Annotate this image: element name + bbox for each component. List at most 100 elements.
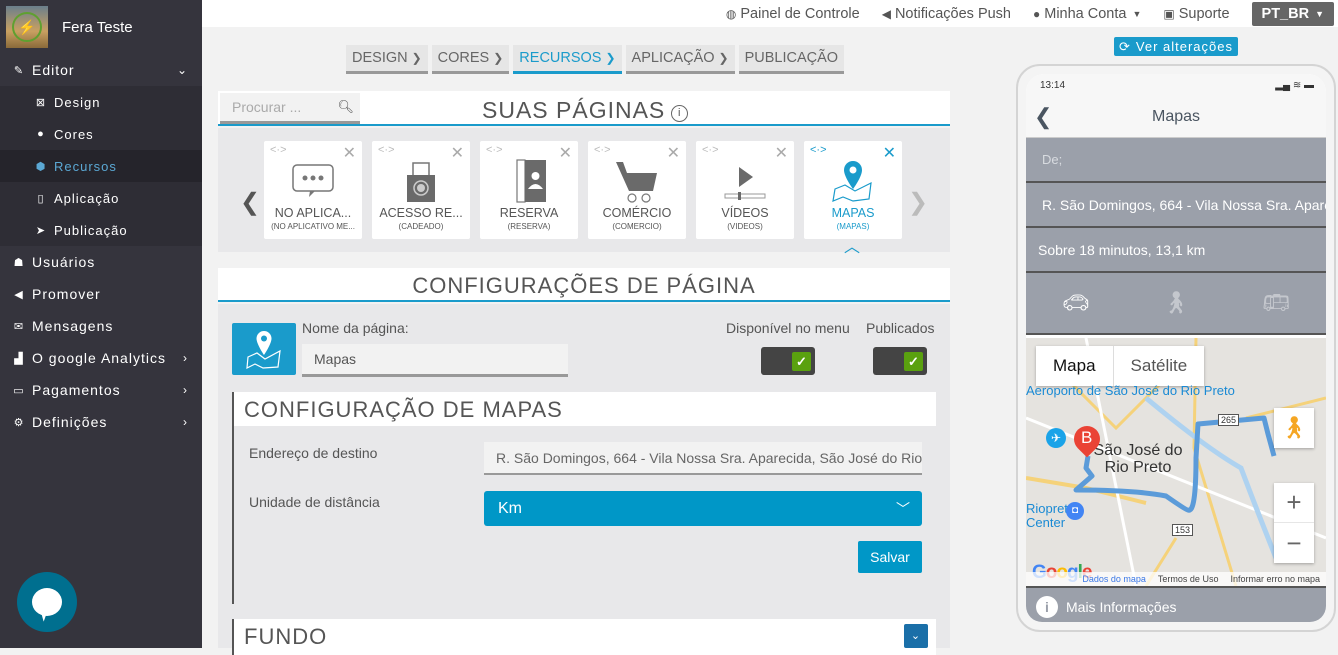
step-publicacao[interactable]: PUBLICAÇÃO <box>738 45 845 74</box>
menu-available-toggle[interactable]: ✓ <box>761 347 815 375</box>
page-card[interactable]: <·> ✕ VÍDEOS (VIDEOS) <box>696 141 794 239</box>
caret-down-icon: ▼ <box>1315 8 1324 19</box>
address-book-icon <box>480 159 578 203</box>
drag-handle-icon[interactable]: <·> <box>486 144 503 156</box>
search-input[interactable]: Procurar ... 🔍︎ <box>220 93 360 124</box>
step-cores[interactable]: CORES ❯ <box>431 45 510 74</box>
published-toggle[interactable]: ✓ <box>873 347 927 375</box>
step-label: DESIGN <box>352 50 408 66</box>
push-notifications-link[interactable]: ◀ Notificações Push <box>882 6 1011 22</box>
page-name-input[interactable]: Mapas <box>302 344 568 377</box>
sidebar-item-editor[interactable]: ✎ Editor ⌄ <box>0 54 202 86</box>
step-aplicacao[interactable]: APLICAÇÃO ❯ <box>625 45 735 74</box>
sidebar-item-publicacao[interactable]: ➤ Publicação <box>0 214 202 246</box>
save-button[interactable]: Salvar <box>858 541 922 573</box>
carousel-next-button[interactable]: ❯ <box>908 188 928 217</box>
chevron-right-icon: ❯ <box>718 51 729 65</box>
distance-unit-select[interactable]: Km ﹀ <box>484 491 922 526</box>
palette-icon: ● <box>37 128 45 140</box>
chevron-down-icon: ⌄ <box>176 63 188 77</box>
terms-link[interactable]: Termos de Uso <box>1158 574 1219 584</box>
sidebar-item-definicoes[interactable]: ⚙ Definições › <box>0 406 202 438</box>
pages-title-text: SUAS PÁGINAS <box>482 97 666 123</box>
sidebar-item-design[interactable]: ⊠ Design <box>0 86 202 118</box>
info-icon[interactable]: i <box>671 105 689 122</box>
support-icon: ▣ <box>1163 6 1175 21</box>
language-label: PT_BR <box>1261 5 1310 22</box>
dashboard-link[interactable]: ◍ Painel de Controle <box>726 6 860 22</box>
drag-handle-icon[interactable]: <·> <box>270 144 287 156</box>
drag-handle-icon[interactable]: <·> <box>810 144 827 156</box>
support-link[interactable]: ▣ Suporte <box>1163 6 1229 22</box>
bus-icon[interactable]: 🚌︎ <box>1262 290 1290 316</box>
maps-config-section: CONFIGURAÇÃO DE MAPAS Endereço de destin… <box>232 392 936 604</box>
brand[interactable]: ⚡ Fera Teste <box>0 0 202 54</box>
page-card[interactable]: <·> ✕ NO APLICA... (NO APLICATIVO ME... <box>264 141 362 239</box>
maps-config-title: CONFIGURAÇÃO DE MAPAS <box>234 392 936 426</box>
sidebar-item-usuarios[interactable]: ☗ Usuários <box>0 246 202 278</box>
phone-preview: 13:14 ▂▄ ≋ ▬ ❮ Mapas De; R. São Domingos, … <box>1016 64 1336 632</box>
walk-icon[interactable]: 🚶︎ <box>1162 290 1190 316</box>
distance-unit-value: Km <box>498 499 522 517</box>
view-changes-button[interactable]: ⟳ Ver alterações <box>1114 37 1238 56</box>
sidebar-item-label: Pagamentos <box>32 382 121 398</box>
map-data-link[interactable]: Dados do mapa <box>1082 574 1146 584</box>
airport-label: Aeroporto de São José do Rio Preto <box>1026 383 1235 398</box>
card-sublabel: (COMERCIO) <box>612 222 662 231</box>
card-label: COMÉRCIO <box>602 206 672 220</box>
gears-icon: ⚙ <box>13 416 25 429</box>
street-view-pegman-icon[interactable]: 🚶︎ <box>1274 408 1314 448</box>
chevron-down-icon[interactable]: ⌄ <box>904 624 928 648</box>
sidebar-item-promover[interactable]: ◀ Promover <box>0 278 202 310</box>
card-sublabel: (VIDEOS) <box>727 222 763 231</box>
map-pin-icon <box>804 159 902 203</box>
chat-widget-button[interactable] <box>17 572 77 632</box>
sidebar-item-pagamentos[interactable]: ▭ Pagamentos › <box>0 374 202 406</box>
page-card[interactable]: <·> ✕ COMÉRCIO (COMERCIO) <box>588 141 686 239</box>
step-recursos[interactable]: RECURSOS ❯ <box>513 45 622 74</box>
map-pin-icon[interactable] <box>232 323 296 375</box>
page-card[interactable]: <·> ✕ ACESSO RE... (CADEADO) <box>372 141 470 239</box>
credit-card-icon: ▭ <box>13 384 25 397</box>
map-type-satellite[interactable]: Satélite <box>1114 346 1205 386</box>
leaf-icon: ⚡ <box>12 12 42 42</box>
drag-handle-icon[interactable]: <·> <box>702 144 719 156</box>
carousel-prev-button[interactable]: ❮ <box>240 188 260 217</box>
zoom-out-button[interactable]: − <box>1274 523 1314 563</box>
account-menu[interactable]: ● Minha Conta ▼ <box>1033 6 1141 22</box>
zoom-in-button[interactable]: + <box>1274 483 1314 523</box>
destination-address-input[interactable]: R. São Domingos, 664 - Vila Nossa Sra. A… <box>484 442 922 475</box>
map-type-map[interactable]: Mapa <box>1036 346 1114 386</box>
app-logo: ⚡ <box>6 6 48 48</box>
page-settings-title: CONFIGURAÇÕES DE PÁGINA <box>412 273 756 298</box>
search-icon[interactable]: 🔍︎ <box>337 99 354 115</box>
users-icon: ☗ <box>13 256 25 269</box>
drag-handle-icon[interactable]: <·> <box>594 144 611 156</box>
sidebar-item-label: Recursos <box>54 158 117 174</box>
sidebar-item-aplicacao[interactable]: ▯ Aplicação <box>0 182 202 214</box>
pages-carousel: ❮ <·> ✕ NO APLICA... (NO APLICATIVO ME...… <box>218 128 950 256</box>
step-design[interactable]: DESIGN ❯ <box>346 45 428 74</box>
language-selector[interactable]: PT_BR ▼ <box>1251 1 1334 26</box>
map-view[interactable]: Mapa Satélite Aeroporto de São José do R… <box>1026 338 1326 586</box>
padlock-icon <box>372 159 470 203</box>
page-card-active[interactable]: <·> ✕ MAPAS (MAPAS) ︿ <box>804 141 902 256</box>
page-card[interactable]: <·> ✕ RESERVA (RESERVA) <box>480 141 578 239</box>
more-info-row[interactable]: i Mais Informações <box>1026 586 1326 622</box>
report-error-link[interactable]: Informar erro no mapa <box>1230 574 1320 584</box>
from-input[interactable]: De; <box>1026 138 1326 183</box>
analytics-icon: ▟ <box>14 352 24 365</box>
sidebar-item-analytics[interactable]: ▟ O google Analytics › <box>0 342 202 374</box>
shopping-icon: ◘ <box>1066 502 1084 520</box>
sidebar-item-recursos[interactable]: ⬢ Recursos <box>0 150 202 182</box>
sidebar-item-cores[interactable]: ● Cores <box>0 118 202 150</box>
back-icon[interactable]: ❮ <box>1034 104 1052 130</box>
destination-value: R. São Domingos, 664 - Vila Nossa Sra. A… <box>496 449 922 466</box>
map-footer: Dados do mapa Termos de Uso Informar err… <box>1026 572 1326 586</box>
screen-title: Mapas <box>1151 107 1201 125</box>
background-section[interactable]: FUNDO ⌄ <box>232 619 936 655</box>
drag-handle-icon[interactable]: <·> <box>378 144 395 156</box>
sidebar-item-mensagens[interactable]: ✉ Mensagens <box>0 310 202 342</box>
car-icon[interactable]: 🚗︎ <box>1062 290 1090 316</box>
chat-icon <box>264 159 362 203</box>
